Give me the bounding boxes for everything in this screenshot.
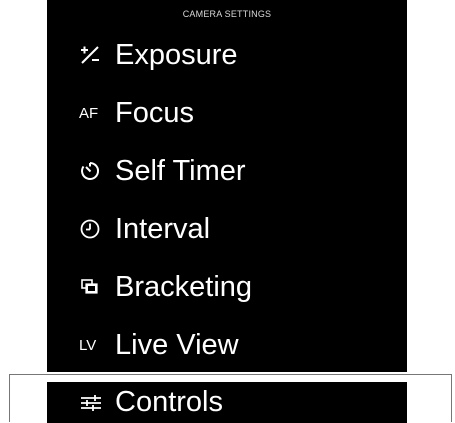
menu-item-interval[interactable]: Interval	[47, 201, 407, 257]
clock-icon	[79, 216, 105, 242]
live-view-icon: LV	[79, 336, 97, 354]
menu-item-label: Bracketing	[115, 270, 253, 303]
autofocus-icon: AF	[79, 104, 99, 122]
menu-item-label: Exposure	[115, 38, 238, 71]
menu-item-label: Live View	[115, 328, 239, 361]
screen-title: CAMERA SETTINGS	[182, 9, 272, 19]
menu-item-label: Self Timer	[115, 154, 246, 187]
camera-settings-screen: CAMERA SETTINGS Exposure AF Focus Self T…	[47, 0, 407, 372]
self-timer-icon	[79, 158, 105, 184]
menu-item-self-timer[interactable]: Self Timer	[47, 143, 407, 199]
menu-item-exposure[interactable]: Exposure	[47, 27, 407, 83]
bracketing-icon	[79, 274, 105, 300]
menu-item-label: Controls	[115, 386, 223, 418]
controls-icon	[79, 391, 105, 415]
menu-item-live-view[interactable]: LV Live View	[47, 317, 407, 372]
menu-item-focus[interactable]: AF Focus	[47, 85, 407, 141]
menu-item-bracketing[interactable]: Bracketing	[47, 259, 407, 315]
exposure-compensation-icon	[79, 42, 105, 68]
menu-item-label: Focus	[115, 96, 194, 129]
menu-item-label: Interval	[115, 212, 211, 245]
menu-item-controls[interactable]: Controls	[47, 382, 407, 423]
